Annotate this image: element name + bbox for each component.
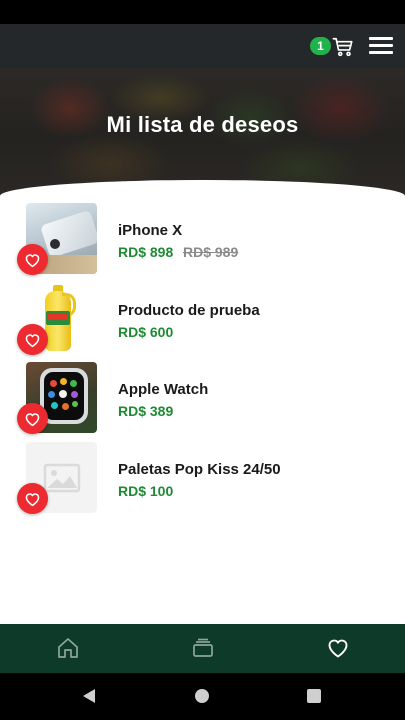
item-price: RD$ 898 <box>118 244 174 260</box>
favorite-toggle-button[interactable] <box>17 244 48 275</box>
cart-count-badge: 1 <box>310 37 331 55</box>
wishlist-item[interactable]: Producto de prueba RD$ 600 <box>0 283 405 359</box>
favorite-toggle-button[interactable] <box>17 483 48 514</box>
wishlist-item[interactable]: Paletas Pop Kiss 24/50 RD$ 100 <box>0 442 405 518</box>
hamburger-menu-icon[interactable] <box>369 37 393 55</box>
favorite-toggle-button[interactable] <box>17 324 48 355</box>
item-price: RD$ 100 <box>118 483 174 499</box>
wishlist-item[interactable]: Apple Watch RD$ 389 <box>0 362 405 438</box>
heart-icon[interactable] <box>326 636 350 660</box>
recent-apps-icon[interactable] <box>307 689 321 703</box>
wishlist-content: iPhone X RD$ 898 RD$ 989 Producto de pru… <box>0 180 405 624</box>
item-name: Producto de prueba <box>118 302 260 319</box>
heart-icon <box>25 493 40 507</box>
system-navigation-bar <box>0 673 405 720</box>
heart-icon <box>25 254 40 268</box>
catalog-icon[interactable] <box>191 636 215 660</box>
shopping-cart-icon <box>332 37 353 57</box>
app-bar: 1 <box>0 24 405 68</box>
heart-icon <box>25 413 40 427</box>
wishlist-item[interactable]: iPhone X RD$ 898 RD$ 989 <box>0 203 405 279</box>
bottom-navigation <box>0 624 405 673</box>
home-button-icon[interactable] <box>195 689 209 703</box>
page-title: Mi lista de deseos <box>106 112 299 137</box>
back-icon[interactable] <box>82 688 96 704</box>
item-name: Paletas Pop Kiss 24/50 <box>118 461 281 478</box>
home-icon[interactable] <box>56 636 80 660</box>
favorite-toggle-button[interactable] <box>17 403 48 434</box>
cart-button[interactable]: 1 <box>310 34 356 60</box>
status-bar <box>0 0 405 24</box>
heart-icon <box>25 334 40 348</box>
item-price: RD$ 389 <box>118 403 174 419</box>
item-name: iPhone X <box>118 222 183 239</box>
item-price: RD$ 600 <box>118 324 174 340</box>
item-original-price: RD$ 989 <box>183 244 239 260</box>
item-name: Apple Watch <box>118 381 209 398</box>
